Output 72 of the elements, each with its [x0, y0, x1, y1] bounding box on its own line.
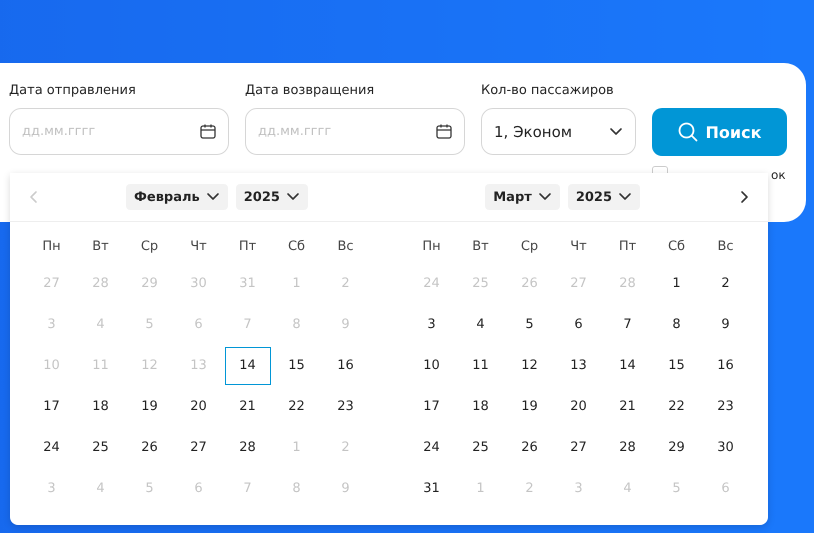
- calendar-day[interactable]: 28: [224, 428, 270, 466]
- calendar-day[interactable]: 7: [604, 306, 650, 344]
- calendar-day[interactable]: 30: [702, 428, 748, 466]
- calendar-day[interactable]: 15: [274, 346, 320, 384]
- weekday-label: Чт: [189, 238, 208, 256]
- calendar-day[interactable]: 14: [604, 346, 650, 384]
- calendar-day[interactable]: 11: [458, 346, 504, 384]
- weekday-label: Чт: [569, 238, 588, 256]
- calendar-day[interactable]: 27: [556, 428, 602, 466]
- calendar-day[interactable]: 23: [322, 388, 368, 426]
- calendar-day[interactable]: 29: [654, 428, 700, 466]
- calendar-day[interactable]: 26: [506, 428, 552, 466]
- calendar-day[interactable]: 26: [126, 428, 172, 466]
- calendar-day[interactable]: 22: [654, 388, 700, 426]
- calendar-day[interactable]: 27: [176, 428, 222, 466]
- calendar-day[interactable]: 4: [458, 306, 504, 344]
- calendar-day[interactable]: 1: [654, 264, 700, 302]
- calendar-day[interactable]: 2: [702, 264, 748, 302]
- calendar-day[interactable]: 19: [126, 388, 172, 426]
- calendar-day[interactable]: 21: [224, 388, 270, 426]
- calendar-day[interactable]: 21: [604, 388, 650, 426]
- weekday-label: Вт: [91, 238, 110, 256]
- checkbox-label: ок: [771, 168, 786, 182]
- weekday-label: Вс: [336, 238, 355, 256]
- weekday-label: Ср: [520, 238, 540, 256]
- weekday-label: Вс: [716, 238, 735, 256]
- field-label: Кол-во пассажиров: [481, 83, 615, 99]
- weekday-label: Пн: [421, 238, 442, 256]
- calendar-day[interactable]: 14: [224, 346, 270, 384]
- year-select[interactable]: 2025: [568, 184, 640, 210]
- weekday-label: Сб: [286, 238, 306, 256]
- calendar-day[interactable]: 17: [408, 388, 454, 426]
- passengers-select[interactable]: 1, Эконом: [481, 108, 636, 155]
- calendar-day[interactable]: 12: [506, 346, 552, 384]
- calendar-day[interactable]: 25: [78, 428, 124, 466]
- calendar-day[interactable]: 20: [556, 388, 602, 426]
- calendar-day[interactable]: 9: [702, 306, 748, 344]
- calendar-day[interactable]: 25: [458, 428, 504, 466]
- weekday-label: Пт: [238, 238, 258, 256]
- field-label: Дата отправления: [9, 83, 137, 99]
- calendar-day[interactable]: 8: [654, 306, 700, 344]
- calendar-day[interactable]: 28: [604, 428, 650, 466]
- weekday-label: Сб: [666, 238, 686, 256]
- month-select[interactable]: Февраль: [126, 184, 228, 210]
- calendar-day[interactable]: 24: [28, 428, 74, 466]
- weekday-label: Пн: [41, 238, 62, 256]
- search-icon: [678, 122, 698, 142]
- field-label: Дата возвращения: [245, 83, 376, 99]
- weekday-label: Пт: [618, 238, 638, 256]
- calendar-icon: [200, 124, 216, 139]
- calendar-day[interactable]: 17: [28, 388, 74, 426]
- calendar-icon: [436, 124, 452, 139]
- weekday-label: Ср: [140, 238, 160, 256]
- calendar-day[interactable]: 16: [702, 346, 748, 384]
- calendar-day[interactable]: 6: [556, 306, 602, 344]
- calendar-day[interactable]: 13: [556, 346, 602, 384]
- calendar-day[interactable]: 3: [408, 306, 454, 344]
- calendar-day[interactable]: 22: [274, 388, 320, 426]
- calendar-day[interactable]: 10: [408, 346, 454, 384]
- weekday-label: Вт: [471, 238, 490, 256]
- calendar-day[interactable]: 20: [176, 388, 222, 426]
- calendar-day[interactable]: 24: [408, 428, 454, 466]
- calendar-day[interactable]: 23: [702, 388, 748, 426]
- calendar-day[interactable]: 5: [506, 306, 552, 344]
- year-select[interactable]: 2025: [236, 184, 308, 210]
- calendar-day[interactable]: 15: [654, 346, 700, 384]
- month-select[interactable]: Март: [485, 184, 560, 210]
- calendar-day[interactable]: 18: [458, 388, 504, 426]
- calendar-day[interactable]: 31: [408, 470, 454, 508]
- calendar-day[interactable]: 18: [78, 388, 124, 426]
- calendar-day[interactable]: 19: [506, 388, 552, 426]
- calendar-day[interactable]: 16: [322, 346, 368, 384]
